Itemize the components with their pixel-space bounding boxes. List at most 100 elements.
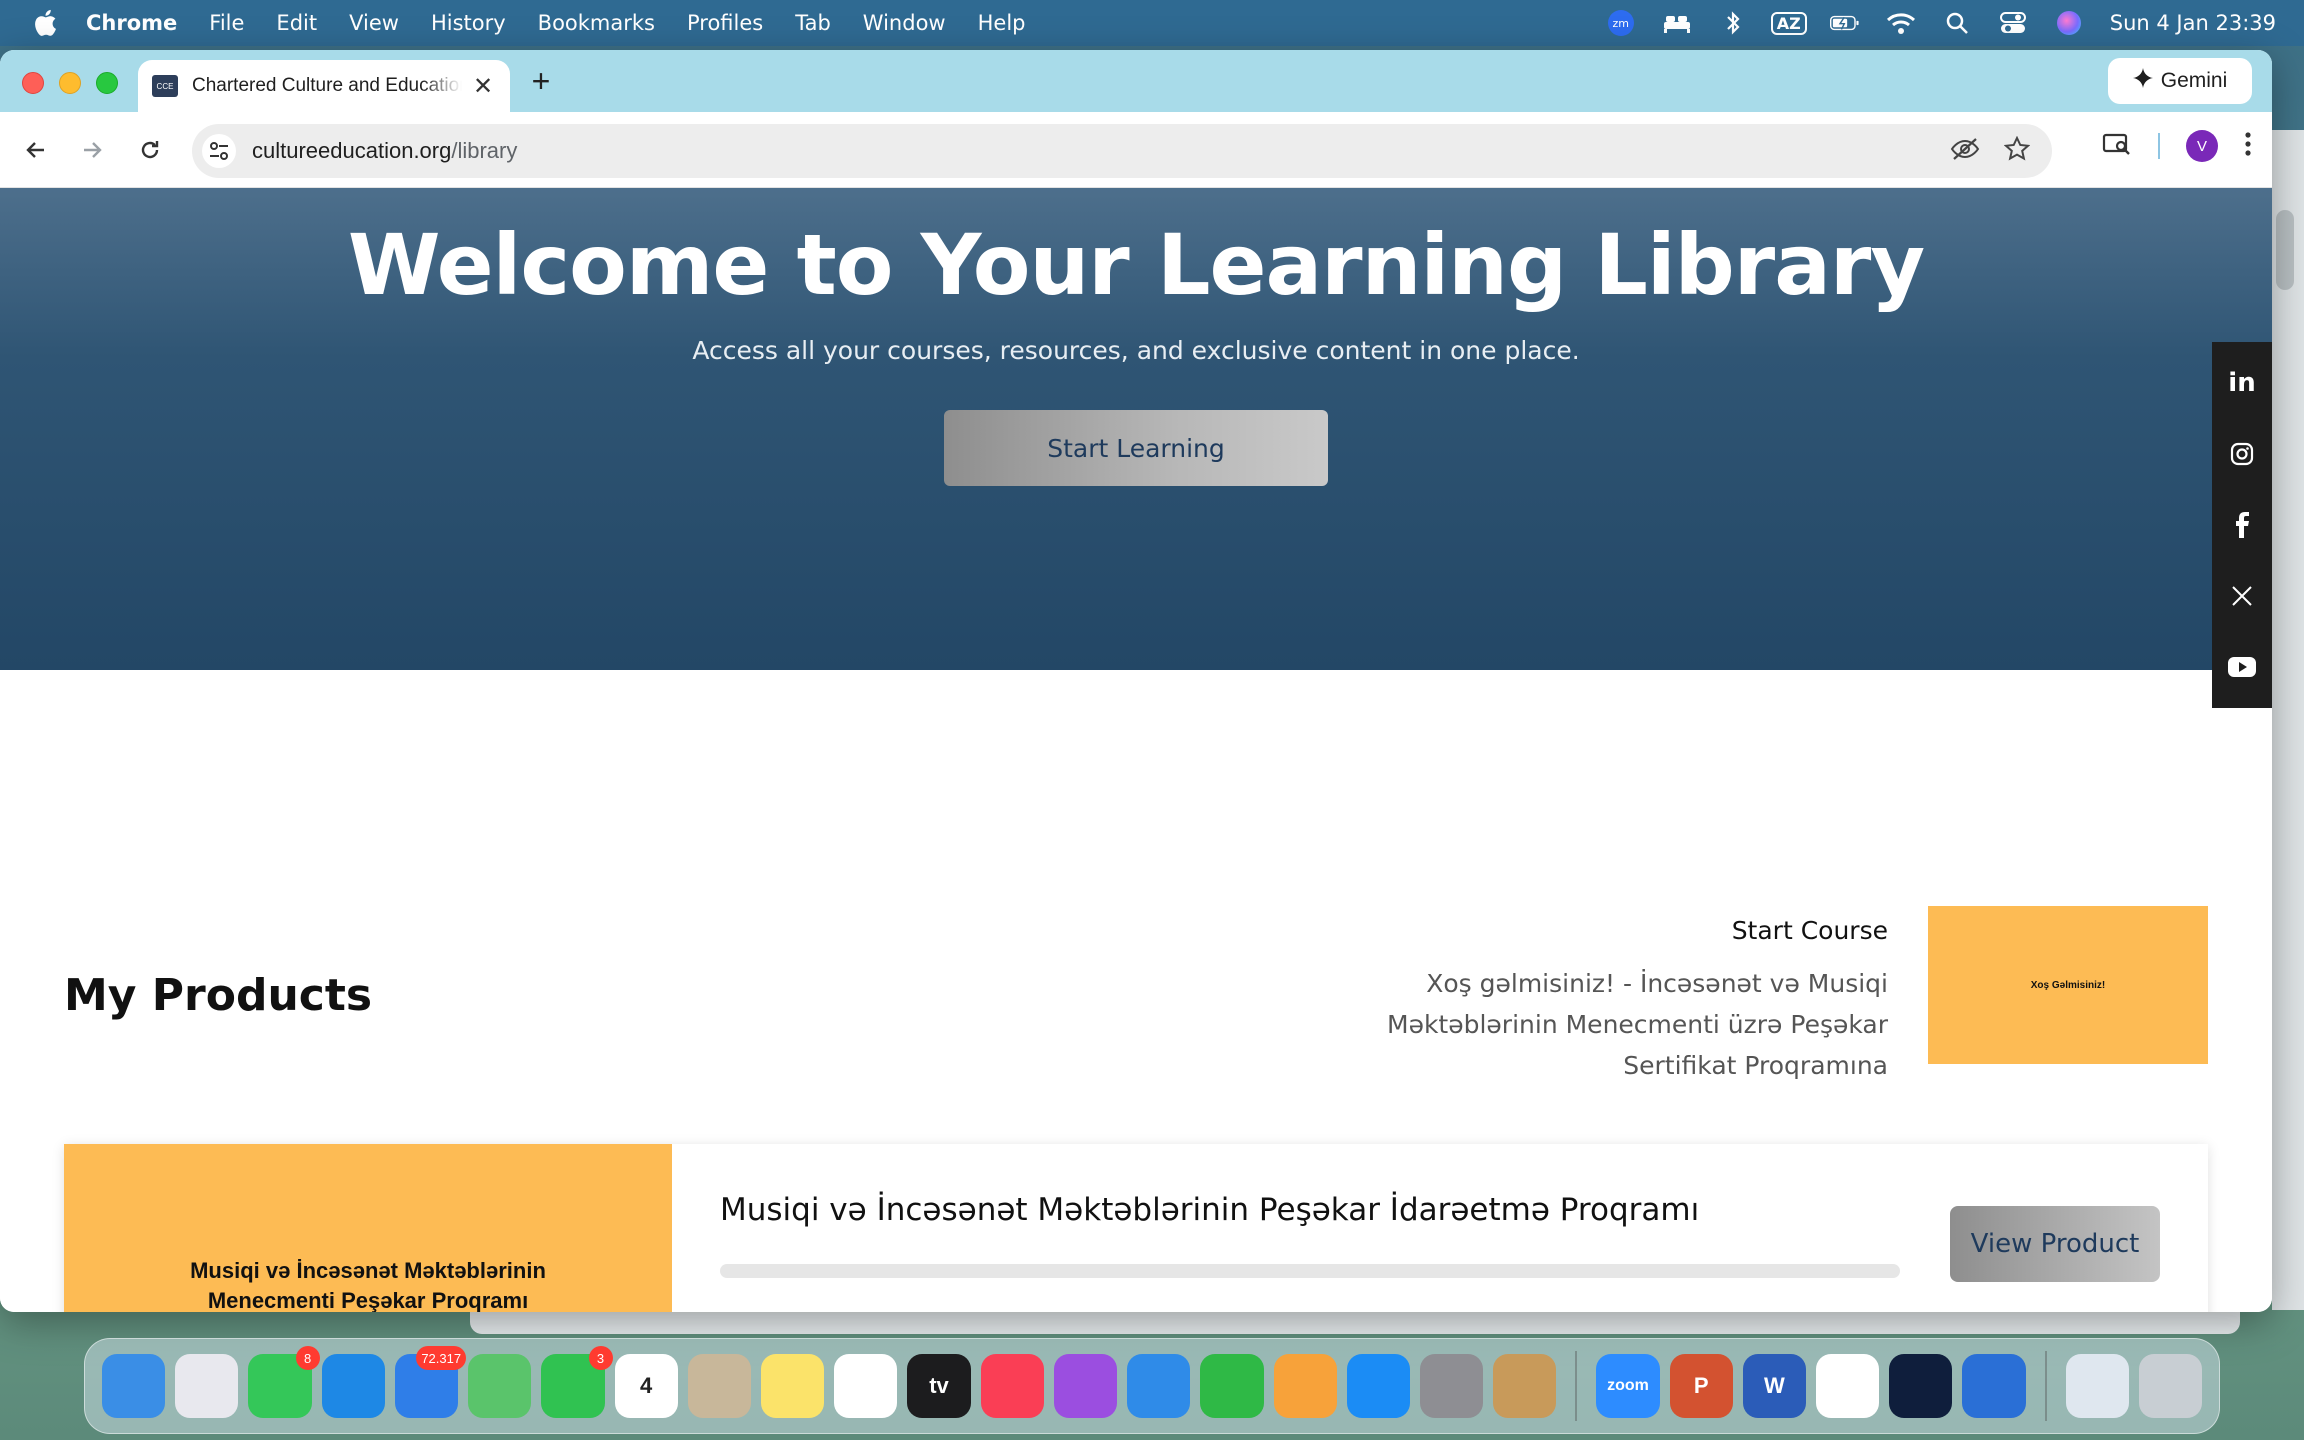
dock-word-icon[interactable]: W	[1742, 1354, 1806, 1418]
product-thumbnail[interactable]: Musiqi və İncəsənət Məktəblərinin Menecm…	[64, 1144, 672, 1312]
product-card: Musiqi və İncəsənət Məktəblərinin Menecm…	[64, 1144, 2208, 1312]
linkedin-icon[interactable]: in	[2225, 366, 2259, 400]
tab-search-icon[interactable]	[2102, 131, 2132, 162]
browser-toolbar: cultureeducation.org/library V	[0, 112, 2272, 188]
dock-calendar-icon[interactable]: 4	[614, 1354, 678, 1418]
bookmark-star-icon[interactable]	[2003, 135, 2031, 167]
dock-powerpoint-icon[interactable]: P	[1669, 1354, 1733, 1418]
product-title[interactable]: Musiqi və İncəsənət Məktəblərinin Peşəka…	[720, 1192, 1699, 1228]
dock-keynote-icon[interactable]	[1127, 1354, 1191, 1418]
menu-help[interactable]: Help	[978, 11, 1026, 35]
profile-avatar[interactable]: V	[2186, 130, 2218, 162]
dock-webex-icon[interactable]	[1889, 1354, 1953, 1418]
menu-file[interactable]: File	[209, 11, 244, 35]
dock-app-store-icon[interactable]	[1346, 1354, 1410, 1418]
menu-edit[interactable]: Edit	[276, 11, 317, 35]
siri-icon[interactable]	[2054, 10, 2084, 36]
url-path: /library	[451, 138, 518, 163]
dock-archive-utility-icon[interactable]	[1493, 1354, 1557, 1418]
toolbar-right-actions: V	[2102, 130, 2252, 162]
dock-messages-badge: 8	[295, 1346, 320, 1370]
dock-facetime-icon[interactable]: 3	[541, 1346, 613, 1418]
menu-tab[interactable]: Tab	[795, 11, 831, 35]
macos-menu-bar: Chrome File Edit View History Bookmarks …	[0, 0, 2304, 46]
menubar-clock[interactable]: Sun 4 Jan 23:39	[2110, 11, 2276, 35]
eye-slash-icon[interactable]	[1950, 137, 1980, 166]
toolbar-divider	[2158, 133, 2160, 159]
dock-contacts-icon[interactable]	[687, 1354, 751, 1418]
start-course-label[interactable]: Start Course	[1368, 916, 1888, 945]
dock-facetime-badge: 3	[588, 1346, 613, 1370]
dock-trash-icon[interactable]	[2138, 1354, 2203, 1418]
dock-tv-icon[interactable]: tv	[907, 1354, 971, 1418]
dock-downloads-stack-icon[interactable]	[2065, 1354, 2129, 1418]
bed-icon[interactable]	[1662, 10, 1692, 36]
control-center-icon[interactable]	[1998, 10, 2028, 36]
reload-icon[interactable]	[130, 130, 170, 170]
dock-music-icon[interactable]	[980, 1354, 1044, 1418]
minimize-window-button[interactable]	[59, 72, 81, 94]
dock-preview-utility-icon[interactable]	[1962, 1354, 2026, 1418]
dock-chrome-icon[interactable]	[1816, 1354, 1880, 1418]
tab-close-icon[interactable]: ✕	[470, 72, 496, 101]
wifi-icon[interactable]	[1886, 10, 1916, 36]
start-learning-button[interactable]: Start Learning	[944, 410, 1328, 486]
dock-podcasts-icon[interactable]	[1053, 1354, 1118, 1418]
site-settings-icon[interactable]	[202, 134, 236, 168]
dock-notes-icon[interactable]	[760, 1354, 825, 1418]
back-arrow-icon[interactable]	[16, 130, 56, 170]
menu-view[interactable]: View	[349, 11, 399, 35]
x-icon[interactable]	[2225, 579, 2259, 613]
dock-messages-icon[interactable]: 8	[248, 1346, 320, 1418]
dock-tv-label: tv	[929, 1373, 949, 1398]
dock-system-settings-icon[interactable]	[1419, 1354, 1484, 1418]
view-product-button[interactable]: View Product	[1950, 1206, 2160, 1282]
window-controls	[22, 72, 118, 94]
fullscreen-window-button[interactable]	[96, 72, 118, 94]
product-thumbnail-text: Musiqi və İncəsənət Məktəblərinin Menecm…	[190, 1258, 546, 1312]
youtube-icon[interactable]	[2225, 650, 2259, 684]
page-content: Welcome to Your Learning Library Access …	[0, 188, 2272, 1312]
menu-profiles[interactable]: Profiles	[687, 11, 763, 35]
facebook-icon[interactable]	[2225, 508, 2259, 542]
dock-powerpoint-label: P	[1693, 1373, 1709, 1398]
zoom-icon[interactable]: zm	[1606, 10, 1636, 36]
new-tab-button[interactable]: +	[524, 63, 558, 99]
gemini-label: Gemini	[2160, 69, 2228, 92]
start-course-thumbnail[interactable]: Xoş Gəlmisiniz!	[1928, 906, 2208, 1064]
dock-pages-icon[interactable]	[1273, 1354, 1337, 1418]
dock-numbers-icon[interactable]	[1200, 1354, 1264, 1418]
apple-menu-icon[interactable]	[30, 8, 60, 38]
tab-title: Chartered Culture and Education	[192, 75, 462, 96]
tab-strip: CCE Chartered Culture and Education ✕ + …	[0, 50, 2272, 112]
forward-arrow-icon[interactable]	[72, 130, 112, 170]
menu-app-name[interactable]: Chrome	[86, 11, 177, 35]
hero-subtitle: Access all your courses, resources, and …	[692, 336, 1580, 365]
dock-launchpad-icon[interactable]	[175, 1354, 239, 1418]
keyboard-layout-icon[interactable]: AZ	[1770, 10, 1807, 36]
start-course-panel[interactable]: Start Course Xoş gəlmisiniz! - İncəsənət…	[1368, 916, 1888, 1086]
more-menu-icon[interactable]	[2244, 131, 2252, 162]
dock-finder-icon[interactable]	[102, 1354, 166, 1418]
menu-history[interactable]: History	[431, 11, 506, 35]
battery-icon[interactable]	[1829, 10, 1860, 36]
omnibox-actions	[1950, 124, 2031, 178]
dock-zoom-icon[interactable]: zoom	[1596, 1354, 1660, 1418]
dock-zoom-label: zoom	[1607, 1377, 1649, 1394]
url-text[interactable]: cultureeducation.org/library	[252, 138, 517, 164]
address-bar[interactable]: cultureeducation.org/library	[192, 124, 2052, 178]
dock-mail-icon[interactable]: 72.317	[394, 1346, 467, 1418]
dock-maps-icon[interactable]	[468, 1354, 532, 1418]
dock-word-label: W	[1764, 1373, 1785, 1398]
dock-freeform-icon[interactable]	[834, 1354, 898, 1418]
spotlight-search-icon[interactable]	[1942, 10, 1972, 36]
dock-safari-icon[interactable]	[321, 1354, 385, 1418]
close-window-button[interactable]	[22, 72, 44, 94]
menu-window[interactable]: Window	[863, 11, 946, 35]
menu-bookmarks[interactable]: Bookmarks	[538, 11, 655, 35]
gemini-button[interactable]: Gemini	[2108, 58, 2252, 104]
instagram-icon[interactable]	[2225, 437, 2259, 471]
bluetooth-icon[interactable]	[1718, 10, 1748, 36]
start-course-lesson-title[interactable]: Xoş gəlmisiniz! - İncəsənət və Musiqi Mə…	[1368, 963, 1888, 1086]
tab-active[interactable]: CCE Chartered Culture and Education ✕	[138, 60, 510, 112]
